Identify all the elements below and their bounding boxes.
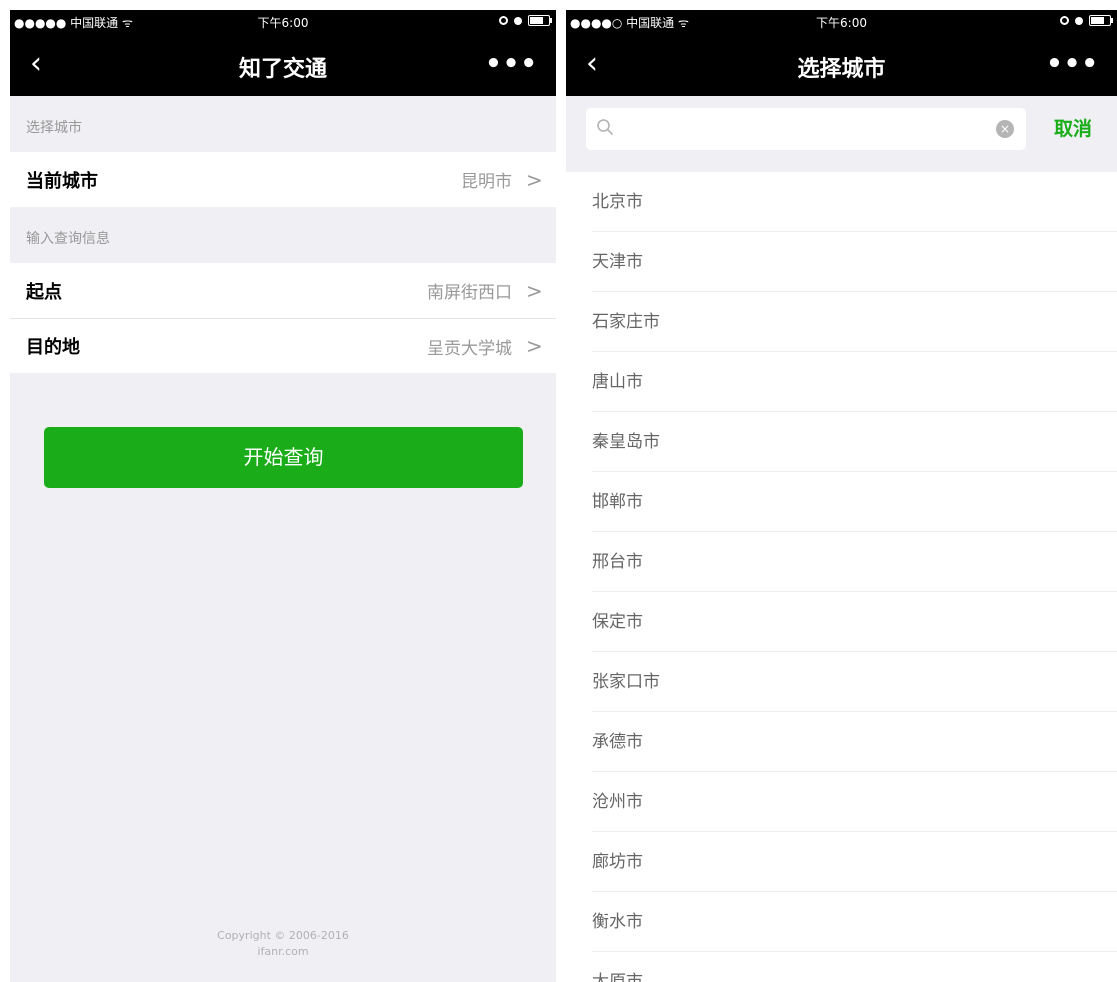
current-city-cell[interactable]: 当前城市 昆明市 >: [10, 152, 556, 207]
city-item[interactable]: 沧州市: [566, 772, 1117, 832]
location-icon: [1060, 16, 1069, 25]
battery-fill: [530, 17, 543, 24]
destination-label: 目的地: [26, 337, 80, 358]
copyright-line: Copyright © 2006-2016: [217, 929, 349, 942]
city-list: 北京市 天津市 石家庄市 唐山市 秦皇岛市 邯郸市 邢台市 保定市 张家口市 承德市 沧州市 廊坊市衡…: [566, 172, 1117, 982]
city-item[interactable]: 石家庄市: [566, 292, 1117, 352]
search-input[interactable]: [624, 114, 988, 146]
city-item[interactable]: 张家口市: [566, 652, 1117, 712]
search-bar: × 取消: [566, 96, 1117, 172]
battery-fill: [1091, 17, 1104, 24]
city-item[interactable]: 邯郸市: [566, 472, 1117, 532]
alarm-icon: [1075, 16, 1083, 25]
start-query-button[interactable]: 开始查询: [44, 427, 523, 488]
cancel-button[interactable]: 取消: [1054, 114, 1092, 141]
city-item[interactable]: 保定市: [566, 592, 1117, 652]
chevron-right-icon: >: [526, 167, 543, 192]
destination-cell[interactable]: 目的地 呈贡大学城 >: [10, 318, 556, 373]
more-icon[interactable]: •••: [485, 49, 538, 79]
city-item[interactable]: 邢台市: [566, 532, 1117, 592]
battery-icon: [1089, 15, 1113, 26]
chevron-right-icon: >: [526, 334, 543, 358]
status-time: 下午6:00: [257, 16, 309, 30]
status-time: 下午6:00: [816, 16, 867, 30]
status-bar: ●●●●○ 中国联通 ᯤ 下午6:00: [566, 10, 1117, 35]
left-screen: ●●●●● 中国联通 ᯤ 下午6:00 ‹ 知了交通 ••• 选择城市 当前城市…: [10, 10, 556, 982]
search-box[interactable]: ×: [586, 108, 1026, 150]
section-header-query: 输入查询信息: [26, 231, 110, 247]
status-bar: ●●●●● 中国联通 ᯤ 下午6:00: [10, 10, 556, 35]
chevron-right-icon: >: [526, 278, 543, 303]
current-city-value: 昆明市: [461, 172, 512, 192]
start-point-cell[interactable]: 起点 南屏街西口 >: [10, 263, 556, 318]
section-header-city: 选择城市: [26, 120, 82, 136]
status-icons: [1060, 15, 1113, 26]
page-title: 知了交通: [238, 57, 327, 82]
city-item[interactable]: 承德市: [566, 712, 1117, 772]
destination-value: 呈贡大学城: [427, 338, 512, 359]
start-point-value: 南屏街西口: [427, 283, 512, 303]
city-item[interactable]: 廊坊市: [566, 832, 1117, 892]
location-icon: [499, 16, 508, 25]
current-city-label: 当前城市: [26, 170, 98, 192]
nav-bar: ‹ 选择城市 •••: [566, 35, 1117, 96]
right-screen: ●●●●○ 中国联通 ᯤ 下午6:00 ‹ 选择城市 ••• × 取消 北京市天…: [566, 10, 1117, 982]
nav-bar: ‹ 知了交通 •••: [10, 35, 556, 96]
copyright-site: ifanr.com: [257, 945, 309, 958]
page-title: 选择城市: [797, 57, 886, 82]
city-item[interactable]: 北京市: [566, 172, 1117, 232]
copyright-footer: Copyright © 2006-2016 ifanr.com: [10, 928, 556, 960]
city-item[interactable]: 天津市: [566, 232, 1117, 292]
alarm-icon: [514, 16, 522, 25]
battery-icon: [528, 15, 552, 26]
start-point-label: 起点: [26, 281, 62, 303]
city-item[interactable]: 太原市: [566, 952, 1117, 982]
city-item[interactable]: 秦皇岛市: [566, 412, 1117, 472]
status-icons: [499, 15, 552, 26]
search-icon: [597, 119, 613, 135]
more-icon[interactable]: •••: [1046, 49, 1099, 79]
city-item[interactable]: 衡水市: [566, 892, 1117, 952]
clear-icon[interactable]: ×: [996, 120, 1014, 138]
city-item[interactable]: 唐山市: [566, 352, 1117, 412]
